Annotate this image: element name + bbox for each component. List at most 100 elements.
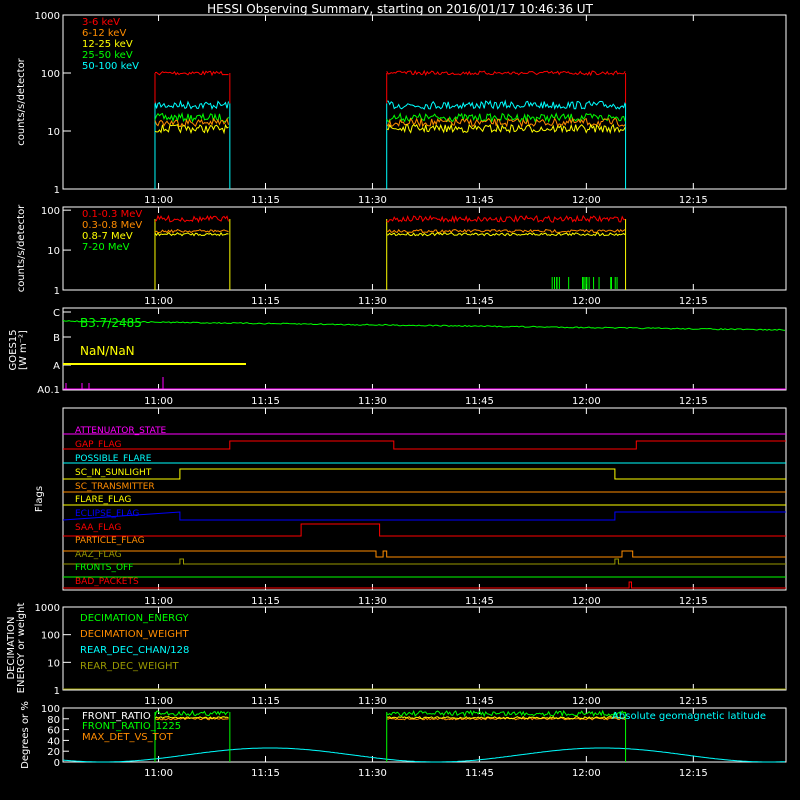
xray-series-2-segment-0 — [154, 123, 229, 135]
xray-y-tick-3: 1000 — [35, 11, 60, 22]
x-tick-label-2: 11:30 — [358, 596, 387, 607]
x-tick-label-2: 11:30 — [358, 296, 387, 307]
x-tick-label-4: 12:00 — [572, 396, 601, 407]
ratio-y-tick-0: 0 — [54, 758, 60, 769]
xray-series-4-segment-1 — [386, 99, 626, 110]
flag-line-1 — [63, 440, 786, 450]
flag-label-6: ECLIPSE_FLAG — [75, 509, 139, 519]
gamma-y-tick-2: 100 — [41, 206, 60, 217]
panel-flags-frame — [62, 407, 787, 591]
gamma-series-0-segment-1 — [386, 214, 626, 224]
flag-label-2: POSSIBLE_FLARE — [75, 454, 152, 464]
gamma-series-0-segment-0 — [154, 214, 229, 224]
gamma-legend-0: 0.1-0.3 MeV — [82, 209, 142, 220]
x-tick-label-0: 11:00 — [144, 696, 173, 707]
gamma-y-tick-0: 1 — [54, 286, 60, 297]
x-tick-label-5: 12:15 — [679, 195, 708, 206]
gamma-series-2-segment-1 — [386, 232, 626, 237]
ratio-y-label: Degrees or % — [20, 701, 31, 769]
x-tick-label-2: 11:30 — [358, 696, 387, 707]
x-tick-label-5: 12:15 — [679, 768, 708, 779]
decimation-y-label2: ENERGY or weight — [16, 603, 27, 694]
decimation-y-tick-3: 1000 — [35, 603, 60, 614]
observing-summary-figure: HESSI Observing Summary, starting on 201… — [0, 0, 800, 800]
flag-label-5: FLARE_FLAG — [75, 495, 131, 505]
x-tick-label-1: 11:15 — [251, 596, 280, 607]
x-tick-label-0: 11:00 — [144, 396, 173, 407]
xray-legend-1: 6-12 keV — [82, 28, 126, 39]
goes-y-tick-3: C — [53, 308, 60, 319]
xray-legend-4: 50-100 keV — [82, 61, 139, 72]
xray-legend-3: 25-50 keV — [82, 50, 133, 61]
decimation-y-tick-0: 1 — [54, 686, 60, 697]
xray-legend-0: 3-6 keV — [82, 17, 120, 28]
ratio-y-tick-5: 100 — [41, 704, 60, 715]
xray-y-tick-1: 10 — [47, 127, 60, 138]
ratio-legend-3: Absolute geomagnetic latitude — [612, 711, 766, 722]
flag-label-8: PARTICLE_FLAG — [75, 536, 145, 546]
x-tick-label-1: 11:15 — [251, 396, 280, 407]
decimation-legend-3: REAR_DEC_WEIGHT — [80, 661, 179, 672]
xray-legend-2: 12-25 keV — [82, 39, 133, 50]
flag-line-8 — [63, 550, 786, 558]
x-tick-label-5: 12:15 — [679, 696, 708, 707]
goes-annotation-0: B3.7/2485 — [80, 316, 142, 330]
flag-line-6 — [62, 511, 786, 521]
goes-long-channel-line — [62, 320, 786, 331]
ratio-legend-2: MAX_DET_VS_TOT — [82, 732, 174, 743]
gamma-legend-1: 0.3-0.8 MeV — [82, 220, 142, 231]
ratio-y-tick-2: 40 — [47, 736, 60, 747]
goes-y-unit: [W m⁻²] — [18, 330, 29, 370]
flag-label-11: BAD_PACKETS — [75, 577, 139, 587]
decimation-y-tick-1: 10 — [47, 658, 60, 669]
x-tick-label-4: 12:00 — [572, 768, 601, 779]
gamma-y-tick-1: 10 — [47, 246, 60, 257]
decimation-legend-1: DECIMATION_WEIGHT — [80, 629, 189, 640]
flag-label-4: SC_TRANSMITTER — [75, 482, 155, 492]
panel-goes-frame — [62, 307, 787, 391]
x-tick-label-1: 11:15 — [251, 696, 280, 707]
x-tick-label-3: 11:45 — [465, 696, 494, 707]
x-tick-label-0: 11:00 — [144, 296, 173, 307]
x-tick-label-4: 12:00 — [572, 296, 601, 307]
chart-title: HESSI Observing Summary, starting on 201… — [207, 2, 593, 16]
summary-chart-svg: HESSI Observing Summary, starting on 201… — [6, 2, 787, 779]
x-tick-label-3: 11:45 — [465, 195, 494, 206]
ratio-y-tick-3: 60 — [47, 726, 60, 737]
x-tick-label-2: 11:30 — [358, 396, 387, 407]
ratio-green-segment-1 — [386, 709, 626, 718]
gamma-legend-3: 7-20 MeV — [82, 242, 130, 253]
ratio-y-tick-1: 20 — [47, 747, 60, 758]
flag-line-3 — [63, 468, 786, 480]
flag-line-7 — [63, 523, 786, 537]
x-tick-label-3: 11:45 — [465, 596, 494, 607]
decimation-legend-0: DECIMATION_ENERGY — [80, 613, 189, 624]
gamma-series-2-segment-0 — [154, 231, 229, 237]
x-tick-label-0: 11:00 — [144, 195, 173, 206]
x-tick-label-3: 11:45 — [465, 296, 494, 307]
gamma-series-1-segment-1 — [386, 228, 626, 234]
x-tick-label-0: 11:00 — [144, 596, 173, 607]
x-tick-label-3: 11:45 — [465, 768, 494, 779]
gamma-legend-2: 0.8-7 MeV — [82, 231, 133, 242]
goes-y-tick-0: A0.1 — [37, 385, 60, 396]
x-tick-label-4: 12:00 — [572, 195, 601, 206]
goes-y-tick-2: B — [53, 333, 60, 344]
xray-y-tick-0: 1 — [54, 185, 60, 196]
x-tick-label-3: 11:45 — [465, 396, 494, 407]
flags-y-label: Flags — [34, 486, 45, 512]
x-tick-label-1: 11:15 — [251, 296, 280, 307]
x-tick-label-1: 11:15 — [251, 768, 280, 779]
x-tick-label-5: 12:15 — [679, 596, 708, 607]
x-tick-label-1: 11:15 — [251, 195, 280, 206]
flag-line-11 — [63, 581, 786, 589]
flag-label-9: AAZ_FLAG — [75, 550, 122, 560]
flag-label-7: SAA_FLAG — [75, 523, 121, 533]
x-tick-label-5: 12:15 — [679, 296, 708, 307]
xray-series-4-segment-0 — [154, 99, 229, 110]
x-tick-label-2: 11:30 — [358, 768, 387, 779]
flag-label-3: SC_IN_SUNLIGHT — [75, 468, 152, 478]
xray-y-tick-2: 100 — [41, 69, 60, 80]
x-tick-label-5: 12:15 — [679, 396, 708, 407]
ratio-legend-1: FRONT_RATIO_1225 — [82, 721, 181, 732]
